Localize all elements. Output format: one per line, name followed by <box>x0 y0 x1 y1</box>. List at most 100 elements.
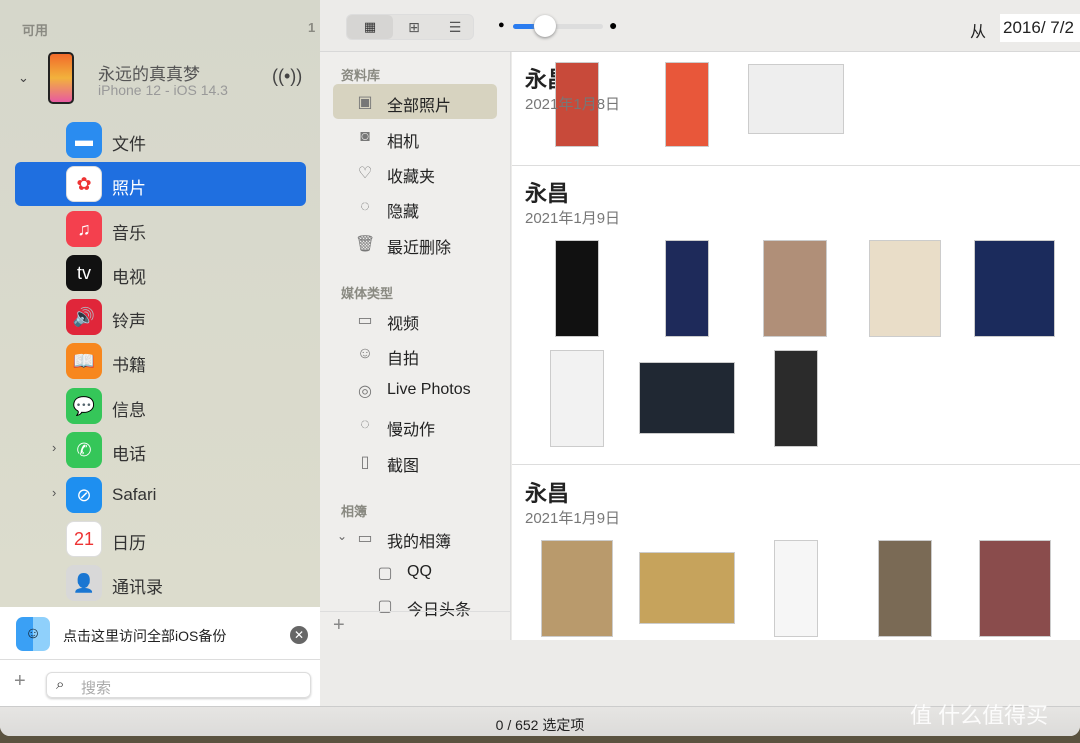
video-icon: ▭ <box>357 312 373 329</box>
library-item-label: 今日头条 <box>407 602 472 619</box>
sidebar-item-10[interactable]: 👤 通讯录 <box>15 561 306 605</box>
camera-icon: ◙ <box>360 128 370 145</box>
finder-icon: ☺ <box>16 617 50 651</box>
calendar-icon: 21 <box>66 521 102 557</box>
photo-thumbnail[interactable] <box>979 540 1051 637</box>
photo-grid: 永昌 2021年1月8日 永昌 2021年1月9日 永昌 2021年1月9日 <box>512 52 1080 640</box>
library-item-label: 相机 <box>387 134 420 151</box>
screenshot-icon: ▯ <box>360 454 370 471</box>
add-button[interactable]: + <box>14 670 26 693</box>
sidebar-item-1[interactable]: ✿ 照片 <box>15 162 306 206</box>
library-item-label: 自拍 <box>387 351 420 368</box>
sidebar-item-5[interactable]: 📖 书籍 <box>15 339 306 383</box>
music-icon: ♫ <box>66 211 102 247</box>
tv-icon: tv <box>66 255 102 291</box>
album-folder-icon: ▭ <box>357 530 373 547</box>
photo-thumbnail[interactable] <box>869 240 941 337</box>
photo-thumbnail[interactable] <box>639 362 735 434</box>
section-title: 永昌 <box>525 481 570 506</box>
sidebar-item-2[interactable]: ♫ 音乐 <box>15 207 306 251</box>
photo-thumbnail[interactable] <box>974 240 1055 337</box>
library-item-media-1[interactable]: ☺ 自拍 <box>333 337 497 372</box>
sidebar-item-9[interactable]: 21 日历 <box>15 517 306 561</box>
finder-window: 可用 1 ⌄ 永远的真真梦 iPhone 12 - iOS 14.3 ((•))… <box>0 0 1080 736</box>
sidebar-item-label: 电视 <box>112 268 146 287</box>
chevron-right-icon[interactable]: › <box>52 440 56 455</box>
sidebar-item-label: 日历 <box>112 534 146 553</box>
grid-large-view-button[interactable]: ▦ <box>347 15 393 39</box>
library-item-media-4[interactable]: ▯ 截图 <box>333 444 497 479</box>
date-field[interactable]: 2016/ 7/2 <box>1000 14 1080 42</box>
sidebar-item-7[interactable]: › ✆ 电话 <box>15 428 306 472</box>
library-item-media-3[interactable]: ◌ 慢动作 <box>333 408 497 443</box>
library-item-label: 隐藏 <box>387 204 420 221</box>
slider-knob[interactable] <box>533 15 556 37</box>
library-item-albums-0[interactable]: ⌄ ▭ 我的相簿 <box>333 520 497 555</box>
sidebar: 可用 1 ⌄ 永远的真真梦 iPhone 12 - iOS 14.3 ((•))… <box>0 0 320 607</box>
section-title: 永昌 <box>525 181 570 206</box>
library-item-media-0[interactable]: ▭ 视频 <box>333 302 497 337</box>
library-item-label: 我的相簿 <box>387 534 452 551</box>
section-divider <box>512 464 1080 465</box>
photos-icon: ✿ <box>66 166 102 202</box>
section-date: 2021年1月9日 <box>525 210 621 227</box>
device-count: 1 <box>308 20 316 35</box>
section-label: 可用 <box>22 23 49 38</box>
live-photos-icon: ◎ <box>358 383 372 400</box>
photo-thumbnail[interactable] <box>774 540 818 637</box>
grid-small-view-button[interactable]: ⊞ <box>393 15 435 39</box>
library-item-items-4[interactable]: 🗑 最近删除 <box>333 226 497 261</box>
library-header: 资料库 <box>341 68 381 83</box>
photo-thumbnail[interactable] <box>550 350 604 447</box>
library-list: 资料库 媒体类型 相簿 ▣ 全部照片 ◙ 相机 ♡ 收藏夹 ◌ 隐藏 🗑 最近删除 ▭ 视频 ☺ 自拍 ◎ L… <box>320 52 511 640</box>
photo-thumbnail[interactable] <box>639 552 735 624</box>
chevron-right-icon[interactable]: › <box>52 485 56 500</box>
albums-header: 相簿 <box>341 504 368 519</box>
zoom-slider[interactable] <box>513 15 603 37</box>
chevron-down-icon[interactable]: ⌄ <box>337 529 347 543</box>
sidebar-item-0[interactable]: ▬ 文件 <box>15 118 306 162</box>
banner-text: 点击这里访问全部iOS备份 <box>63 628 227 644</box>
photo-thumbnail[interactable] <box>665 62 709 147</box>
sidebar-item-label: 书籍 <box>112 356 146 375</box>
sidebar-item-4[interactable]: 🔊 铃声 <box>15 295 306 339</box>
library-item-albums-1[interactable]: ▢ QQ <box>353 555 517 590</box>
chevron-down-icon[interactable]: ⌄ <box>18 70 29 86</box>
photo-thumbnail[interactable] <box>774 350 818 447</box>
list-view-button[interactable]: ☰ <box>435 15 475 39</box>
close-icon[interactable]: ✕ <box>290 626 308 644</box>
album-icon: ▢ <box>377 598 393 615</box>
slow-mo-icon: ◌ <box>360 416 370 433</box>
sidebar-item-8[interactable]: › ⊘ Safari <box>15 473 306 517</box>
contacts-icon: 👤 <box>66 565 102 601</box>
photo-thumbnail[interactable] <box>555 240 599 337</box>
library-item-label: QQ <box>407 563 432 580</box>
from-label: 从 <box>970 24 987 41</box>
selfie-icon: ☺ <box>356 345 374 362</box>
sidebar-item-label: 铃声 <box>112 312 146 331</box>
hidden-eye-icon: ◌ <box>360 198 370 215</box>
library-item-items-0[interactable]: ▣ 全部照片 <box>333 84 497 119</box>
photo-thumbnail[interactable] <box>748 64 844 134</box>
library-item-items-1[interactable]: ◙ 相机 <box>333 120 497 155</box>
library-item-items-3[interactable]: ◌ 隐藏 <box>333 190 497 225</box>
photo-thumbnail[interactable] <box>541 540 613 637</box>
library-item-label: 全部照片 <box>387 98 452 115</box>
watermark: 值 什么值得买 <box>910 703 1049 728</box>
library-item-label: 截图 <box>387 458 420 475</box>
library-item-label: 慢动作 <box>387 422 436 439</box>
books-icon: 📖 <box>66 343 102 379</box>
library-item-label: 收藏夹 <box>387 169 436 186</box>
library-item-items-2[interactable]: ♡ 收藏夹 <box>333 155 497 190</box>
library-item-albums-2[interactable]: ▢ 今日头条 <box>353 588 517 623</box>
photo-thumbnail[interactable] <box>763 240 827 337</box>
search-input[interactable]: ⌕ 搜索 <box>46 672 311 698</box>
photo-thumbnail[interactable] <box>665 240 709 337</box>
photo-thumbnail[interactable] <box>878 540 932 637</box>
sidebar-footer: + ⌕ 搜索 <box>0 660 320 706</box>
sidebar-item-3[interactable]: tv 电视 <box>15 251 306 295</box>
add-album-button[interactable]: + <box>333 614 345 637</box>
backup-banner[interactable]: ☺ 点击这里访问全部iOS备份 ✕ <box>0 607 320 660</box>
sidebar-item-6[interactable]: 💬 信息 <box>15 384 306 428</box>
library-item-media-2[interactable]: ◎ Live Photos <box>333 373 497 408</box>
